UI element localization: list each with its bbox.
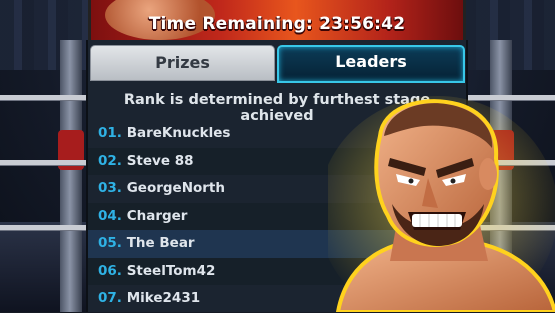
rank-number: 05.	[98, 235, 122, 251]
player-name: GeorgeNorth	[126, 180, 225, 196]
rank-number: 04.	[98, 207, 122, 224]
player-name: The Bear	[126, 235, 195, 251]
rank-number: 07.	[98, 290, 122, 306]
ring-post-left	[60, 40, 82, 312]
rank-number: 06.	[98, 262, 122, 279]
rank-number: 02.	[98, 152, 122, 169]
player-name: Steve 88	[126, 152, 194, 169]
player-name: SteelTom42	[126, 262, 216, 279]
time-remaining: Time Remaining: 23:56:42	[148, 14, 406, 34]
rank-number: 03.	[98, 180, 122, 196]
player-name: Mike2431	[126, 290, 201, 306]
tab-leaders[interactable]: Leaders	[277, 45, 465, 83]
event-banner: Time Remaining: 23:56:42	[88, 0, 466, 40]
tab-bar: Prizes Leaders	[88, 45, 466, 83]
wrestler-character	[328, 96, 555, 312]
player-name: BareKnuckles	[126, 125, 231, 141]
tab-prizes[interactable]: Prizes	[90, 45, 275, 81]
rank-number: 01.	[98, 125, 122, 141]
player-name: Charger	[126, 207, 188, 224]
